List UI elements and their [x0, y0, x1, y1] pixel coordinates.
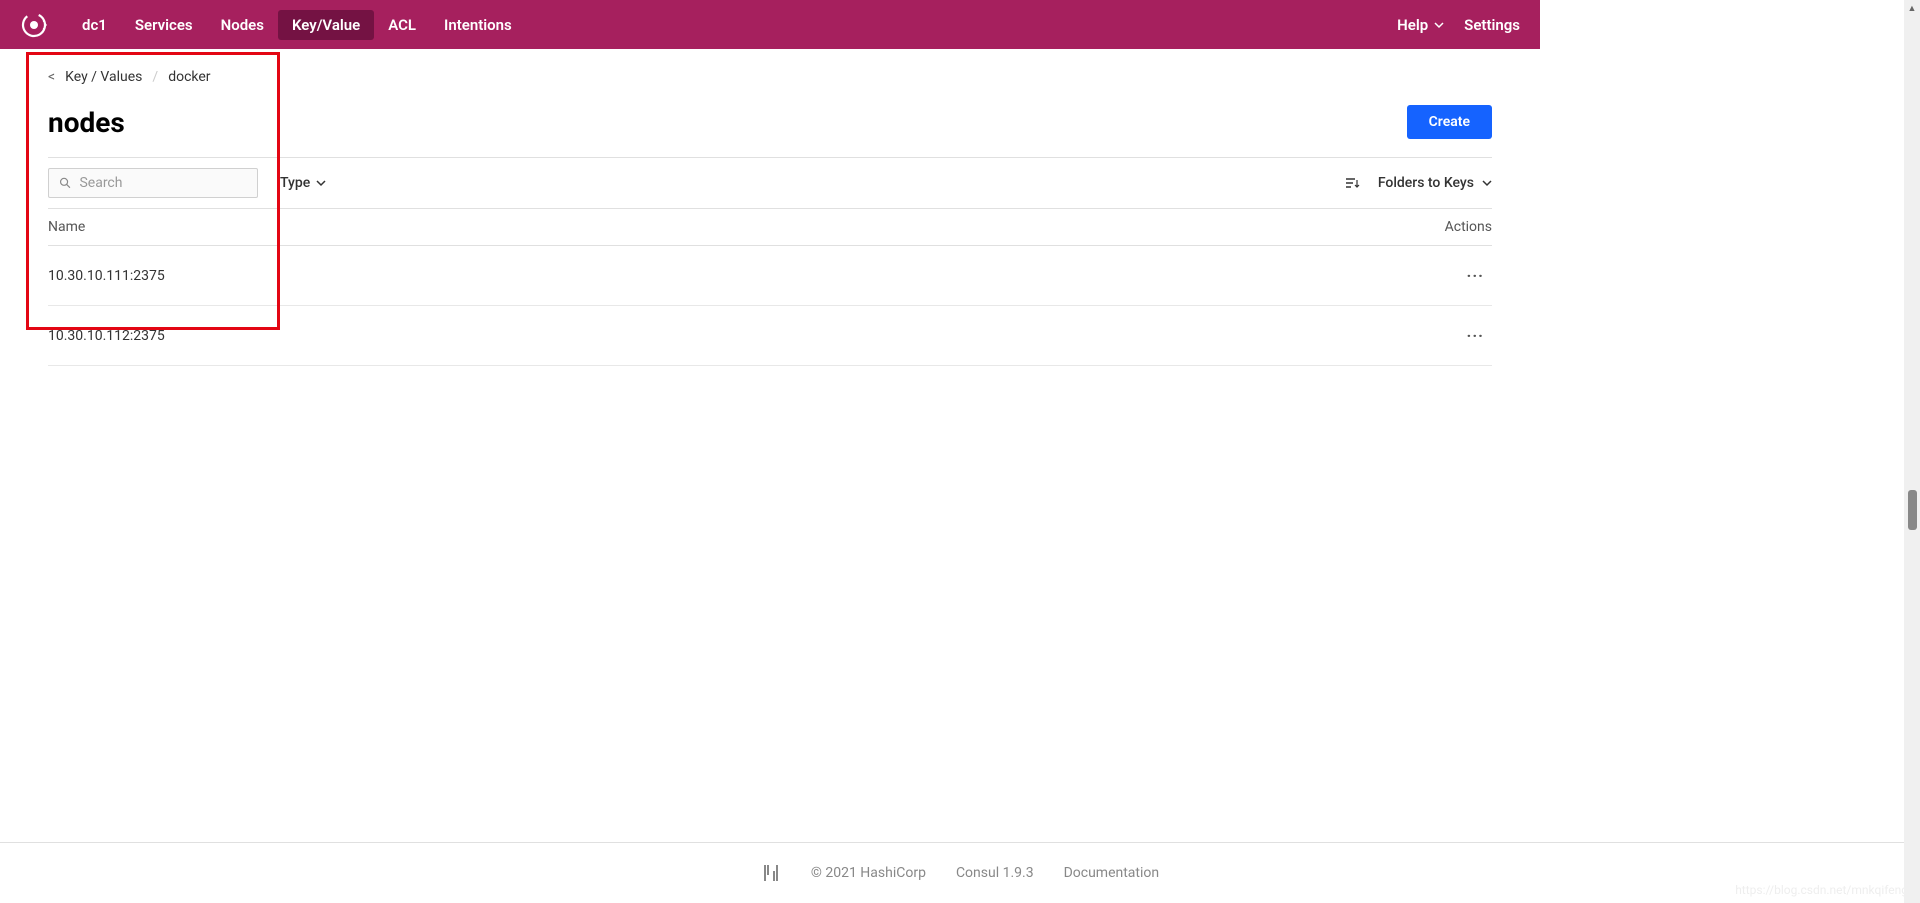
nav-datacenter[interactable]: dc1 [68, 10, 121, 40]
chevron-down-icon [316, 178, 326, 188]
nav-services[interactable]: Services [121, 10, 207, 40]
breadcrumb: < Key / Values / docker [48, 69, 1492, 85]
footer-version: Consul 1.9.3 [956, 865, 1034, 881]
toolbar: Type Folders to Keys [48, 157, 1492, 209]
chevron-down-icon [1482, 178, 1492, 188]
table-header: Name Actions [48, 209, 1492, 246]
row-actions-button[interactable]: ··· [1459, 262, 1492, 289]
table-row[interactable]: 10.30.10.112:2375 ··· [48, 306, 1492, 366]
row-name: 10.30.10.111:2375 [48, 268, 165, 284]
footer-copyright: © 2021 HashiCorp [811, 865, 926, 881]
row-actions-button[interactable]: ··· [1459, 322, 1492, 349]
search-input[interactable] [79, 175, 247, 191]
toolbar-right: Folders to Keys [1344, 175, 1492, 191]
watermark: https://blog.csdn.net/mnkqifeng [1735, 883, 1908, 897]
page-header: nodes Create [48, 105, 1492, 139]
nav-settings[interactable]: Settings [1464, 16, 1520, 34]
breadcrumb-current[interactable]: docker [168, 69, 210, 85]
footer: © 2021 HashiCorp Consul 1.9.3 Documentat… [0, 842, 1920, 903]
scrollbar[interactable]: ▲ [1904, 0, 1920, 903]
page-title: nodes [48, 106, 125, 139]
nav-keyvalue[interactable]: Key/Value [278, 10, 374, 40]
nav-acl[interactable]: ACL [374, 10, 430, 40]
breadcrumb-separator: / [152, 69, 158, 85]
consul-logo-icon [20, 11, 48, 39]
type-dropdown[interactable]: Type [280, 175, 326, 191]
footer-docs-link[interactable]: Documentation [1064, 865, 1160, 881]
kv-table: Name Actions 10.30.10.111:2375 ··· 10.30… [48, 209, 1492, 366]
chevron-down-icon [1434, 20, 1444, 30]
col-name: Name [48, 219, 85, 235]
scroll-up-icon[interactable]: ▲ [1904, 0, 1920, 16]
scroll-thumb[interactable] [1908, 490, 1917, 530]
nav-items: dc1 Services Nodes Key/Value ACL Intenti… [68, 10, 1397, 40]
sort-dropdown[interactable]: Folders to Keys [1378, 175, 1492, 191]
sort-icon[interactable] [1344, 175, 1360, 191]
search-icon [59, 176, 71, 190]
sort-label: Folders to Keys [1378, 175, 1474, 191]
nav-nodes[interactable]: Nodes [207, 10, 278, 40]
nav-right: Help Settings [1397, 16, 1520, 34]
search-box[interactable] [48, 168, 258, 198]
nav-help-label: Help [1397, 16, 1428, 34]
nav-help[interactable]: Help [1397, 16, 1444, 34]
type-label: Type [280, 175, 310, 191]
create-button[interactable]: Create [1407, 105, 1492, 139]
nav-intentions[interactable]: Intentions [430, 10, 526, 40]
breadcrumb-root[interactable]: Key / Values [65, 69, 142, 85]
top-navigation: dc1 Services Nodes Key/Value ACL Intenti… [0, 0, 1540, 49]
row-name: 10.30.10.112:2375 [48, 328, 165, 344]
table-row[interactable]: 10.30.10.111:2375 ··· [48, 246, 1492, 306]
hashicorp-logo-icon [761, 863, 781, 883]
col-actions: Actions [1445, 219, 1492, 235]
breadcrumb-back-icon[interactable]: < [48, 69, 55, 85]
main-content: < Key / Values / docker nodes Create Typ… [0, 49, 1540, 366]
